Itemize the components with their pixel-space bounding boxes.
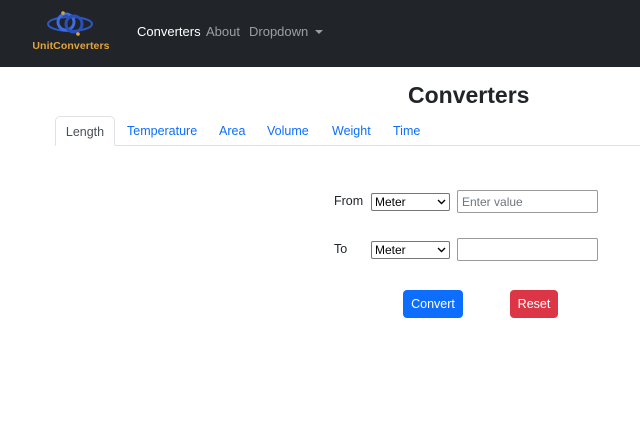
tab-area[interactable]: Area	[219, 116, 245, 146]
nav-dropdown-label: Dropdown	[249, 24, 309, 39]
nav-link-about[interactable]: About	[206, 24, 240, 39]
caret-down-icon	[315, 30, 324, 34]
to-value-output[interactable]	[457, 238, 598, 261]
nav-link-converters[interactable]: Converters	[137, 24, 201, 39]
convert-button[interactable]: Convert	[403, 290, 463, 318]
chevron-down-icon	[437, 247, 446, 253]
tab-temperature[interactable]: Temperature	[127, 116, 197, 146]
from-label: From	[334, 194, 364, 208]
page-title: Converters	[408, 82, 530, 108]
to-unit-select[interactable]: Meter	[371, 241, 450, 259]
from-unit-select[interactable]: Meter	[371, 193, 450, 211]
tab-time[interactable]: Time	[393, 116, 420, 146]
tab-volume[interactable]: Volume	[267, 116, 309, 146]
unit-converter-logo-icon	[47, 11, 93, 36]
brand-name: UnitConverters	[32, 40, 110, 52]
brand-logo[interactable]: UnitConverters	[26, 8, 116, 56]
reset-button[interactable]: Reset	[510, 290, 558, 318]
from-unit-value: Meter	[375, 195, 406, 209]
to-label: To	[334, 242, 348, 256]
tab-weight[interactable]: Weight	[332, 116, 371, 146]
from-value-input[interactable]: Enter value	[457, 190, 598, 213]
chevron-down-icon	[437, 199, 446, 205]
to-unit-value: Meter	[375, 243, 406, 257]
from-value-placeholder: Enter value	[462, 195, 523, 209]
nav-dropdown-toggle[interactable]: Dropdown	[249, 24, 324, 39]
tab-length[interactable]: Length	[55, 116, 115, 146]
top-navbar: UnitConverters Converters About Dropdown	[0, 0, 640, 67]
